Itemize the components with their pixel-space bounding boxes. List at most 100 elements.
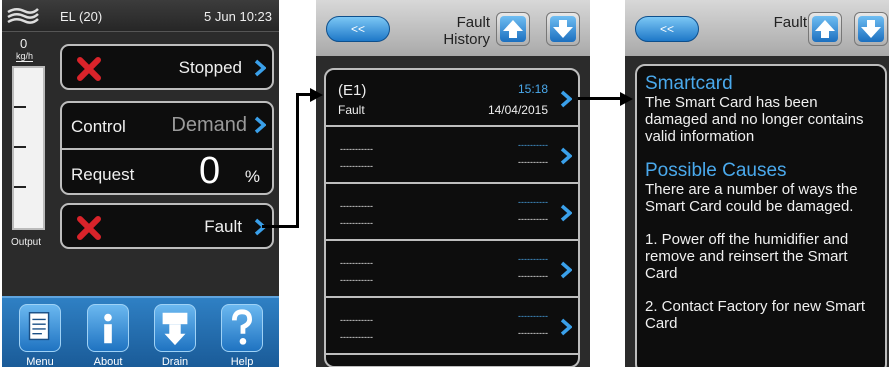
fault-heading: Smartcard [645, 73, 733, 94]
empty-code: ----------- [340, 258, 373, 268]
empty-code: ----------- [340, 315, 373, 325]
empty-type: ----------- [340, 332, 373, 342]
control-value: Demand [171, 114, 247, 136]
scroll-up-button[interactable] [496, 12, 530, 46]
status-button[interactable]: Stopped [60, 44, 274, 90]
drain-button[interactable] [154, 304, 196, 352]
gauge-value: 0 [20, 36, 28, 51]
page-title: Fault [773, 14, 807, 31]
fault-type: Fault [338, 103, 365, 117]
fault-entry[interactable]: ----------- ----------- ---------- -----… [326, 184, 578, 241]
document-icon [28, 312, 50, 341]
arrow-down-icon [553, 20, 573, 38]
fault-history-screen: << Fault History (E1) Fault 15:18 14/04/… [316, 0, 590, 367]
unit-name: EL (20) [60, 9, 103, 24]
brand-logo-icon [7, 8, 39, 24]
chevron-right-icon [560, 147, 572, 165]
gauge-unit: kg/h [16, 51, 34, 62]
about-button[interactable] [87, 304, 129, 352]
help-label: Help [230, 356, 254, 367]
empty-type: ----------- [340, 161, 373, 171]
empty-date: ---------- [518, 328, 548, 338]
fault-detail-screen: << Fault Smartcard The Smart Card has be… [625, 0, 889, 367]
empty-type: ----------- [340, 275, 373, 285]
arrow-down-icon [861, 20, 881, 38]
empty-type: ----------- [340, 218, 373, 228]
menu-label: Menu [26, 356, 54, 367]
drain-icon [162, 312, 188, 346]
gauge-tick [14, 106, 26, 108]
fault-description: The Smart Card has been damaged and no l… [645, 94, 864, 145]
question-icon [232, 309, 253, 345]
chevron-right-icon [560, 261, 572, 279]
gauge-label: Output [11, 237, 42, 248]
help-button[interactable] [221, 304, 263, 352]
connector-arrow-icon [620, 92, 633, 106]
empty-date: ---------- [518, 214, 548, 224]
scroll-down-button[interactable] [546, 12, 580, 46]
arrow-up-icon [503, 20, 523, 38]
fault-button[interactable]: Fault [60, 203, 274, 249]
chevron-right-icon [560, 90, 572, 108]
fault-label: Fault [204, 217, 242, 236]
causes-intro: There are a number of ways the Smart Car… [645, 181, 858, 215]
causes-heading: Possible Causes [645, 160, 787, 181]
back-button[interactable]: << [635, 16, 699, 42]
header: << Fault [625, 0, 889, 56]
info-icon [104, 313, 112, 344]
connector-arrow-icon [310, 88, 323, 102]
fault-list: (E1) Fault 15:18 14/04/2015 ----------- … [324, 68, 580, 367]
fault-entry[interactable]: ----------- ----------- ---------- -----… [326, 241, 578, 298]
fault-code: (E1) [338, 82, 367, 99]
title-line: Fault [456, 14, 490, 31]
arrow-up-icon [815, 20, 835, 38]
header: << Fault History [316, 0, 590, 56]
about-label: About [93, 356, 123, 367]
fault-x-icon [77, 57, 101, 81]
empty-time: ---------- [518, 254, 548, 264]
gauge-tick [14, 146, 26, 148]
control-panel: Control Demand Request 0 % [60, 101, 274, 195]
fault-info-panel: Smartcard The Smart Card has been damage… [635, 64, 887, 367]
back-button[interactable]: << [326, 16, 390, 42]
fault-date: 14/04/2015 [487, 103, 548, 117]
bottom-toolbar: Menu About Drain Help [2, 296, 279, 367]
gauge-tick [14, 186, 26, 188]
chevron-right-icon [254, 59, 266, 77]
empty-time: ---------- [518, 197, 548, 207]
request-unit: % [244, 167, 260, 186]
empty-time: ---------- [518, 311, 548, 321]
page-title: Fault History [443, 14, 490, 48]
chevron-right-icon [560, 318, 572, 336]
chevron-right-icon [254, 116, 266, 134]
empty-time: ---------- [518, 140, 548, 150]
empty-date: ---------- [518, 157, 548, 167]
connector-line [296, 93, 299, 228]
main-screen: EL (20) 5 Jun 10:23 0 kg/h Output Stoppe… [2, 0, 279, 367]
empty-date: ---------- [518, 271, 548, 281]
fault-entry[interactable]: (E1) Fault 15:18 14/04/2015 [326, 70, 578, 127]
scroll-up-button[interactable] [808, 12, 842, 46]
cause-item: 2. Contact Factory for new Smart Card [645, 298, 866, 332]
empty-code: ----------- [340, 144, 373, 154]
request-value: 0 [199, 150, 221, 192]
title-line: History [443, 31, 490, 48]
connector-line [262, 225, 298, 228]
datetime: 5 Jun 10:23 [204, 9, 272, 24]
control-label: Control [71, 117, 126, 136]
request-label: Request [71, 165, 135, 184]
fault-entry[interactable]: ----------- ----------- ---------- -----… [326, 298, 578, 355]
status-label: Stopped [178, 58, 242, 77]
menu-button[interactable] [19, 304, 61, 352]
empty-code: ----------- [340, 201, 373, 211]
fault-x-icon [77, 216, 101, 240]
connector-line [578, 97, 623, 100]
cause-item: 1. Power off the humidifier and remove a… [645, 231, 849, 282]
scroll-down-button[interactable] [854, 12, 888, 46]
status-bar: EL (20) 5 Jun 10:23 [2, 0, 279, 32]
drain-label: Drain [161, 356, 189, 367]
request-row: Request 0 % [62, 150, 272, 194]
fault-entry[interactable]: ----------- ----------- ---------- -----… [326, 127, 578, 184]
chevron-right-icon [560, 204, 572, 222]
control-row[interactable]: Control Demand [62, 103, 272, 147]
